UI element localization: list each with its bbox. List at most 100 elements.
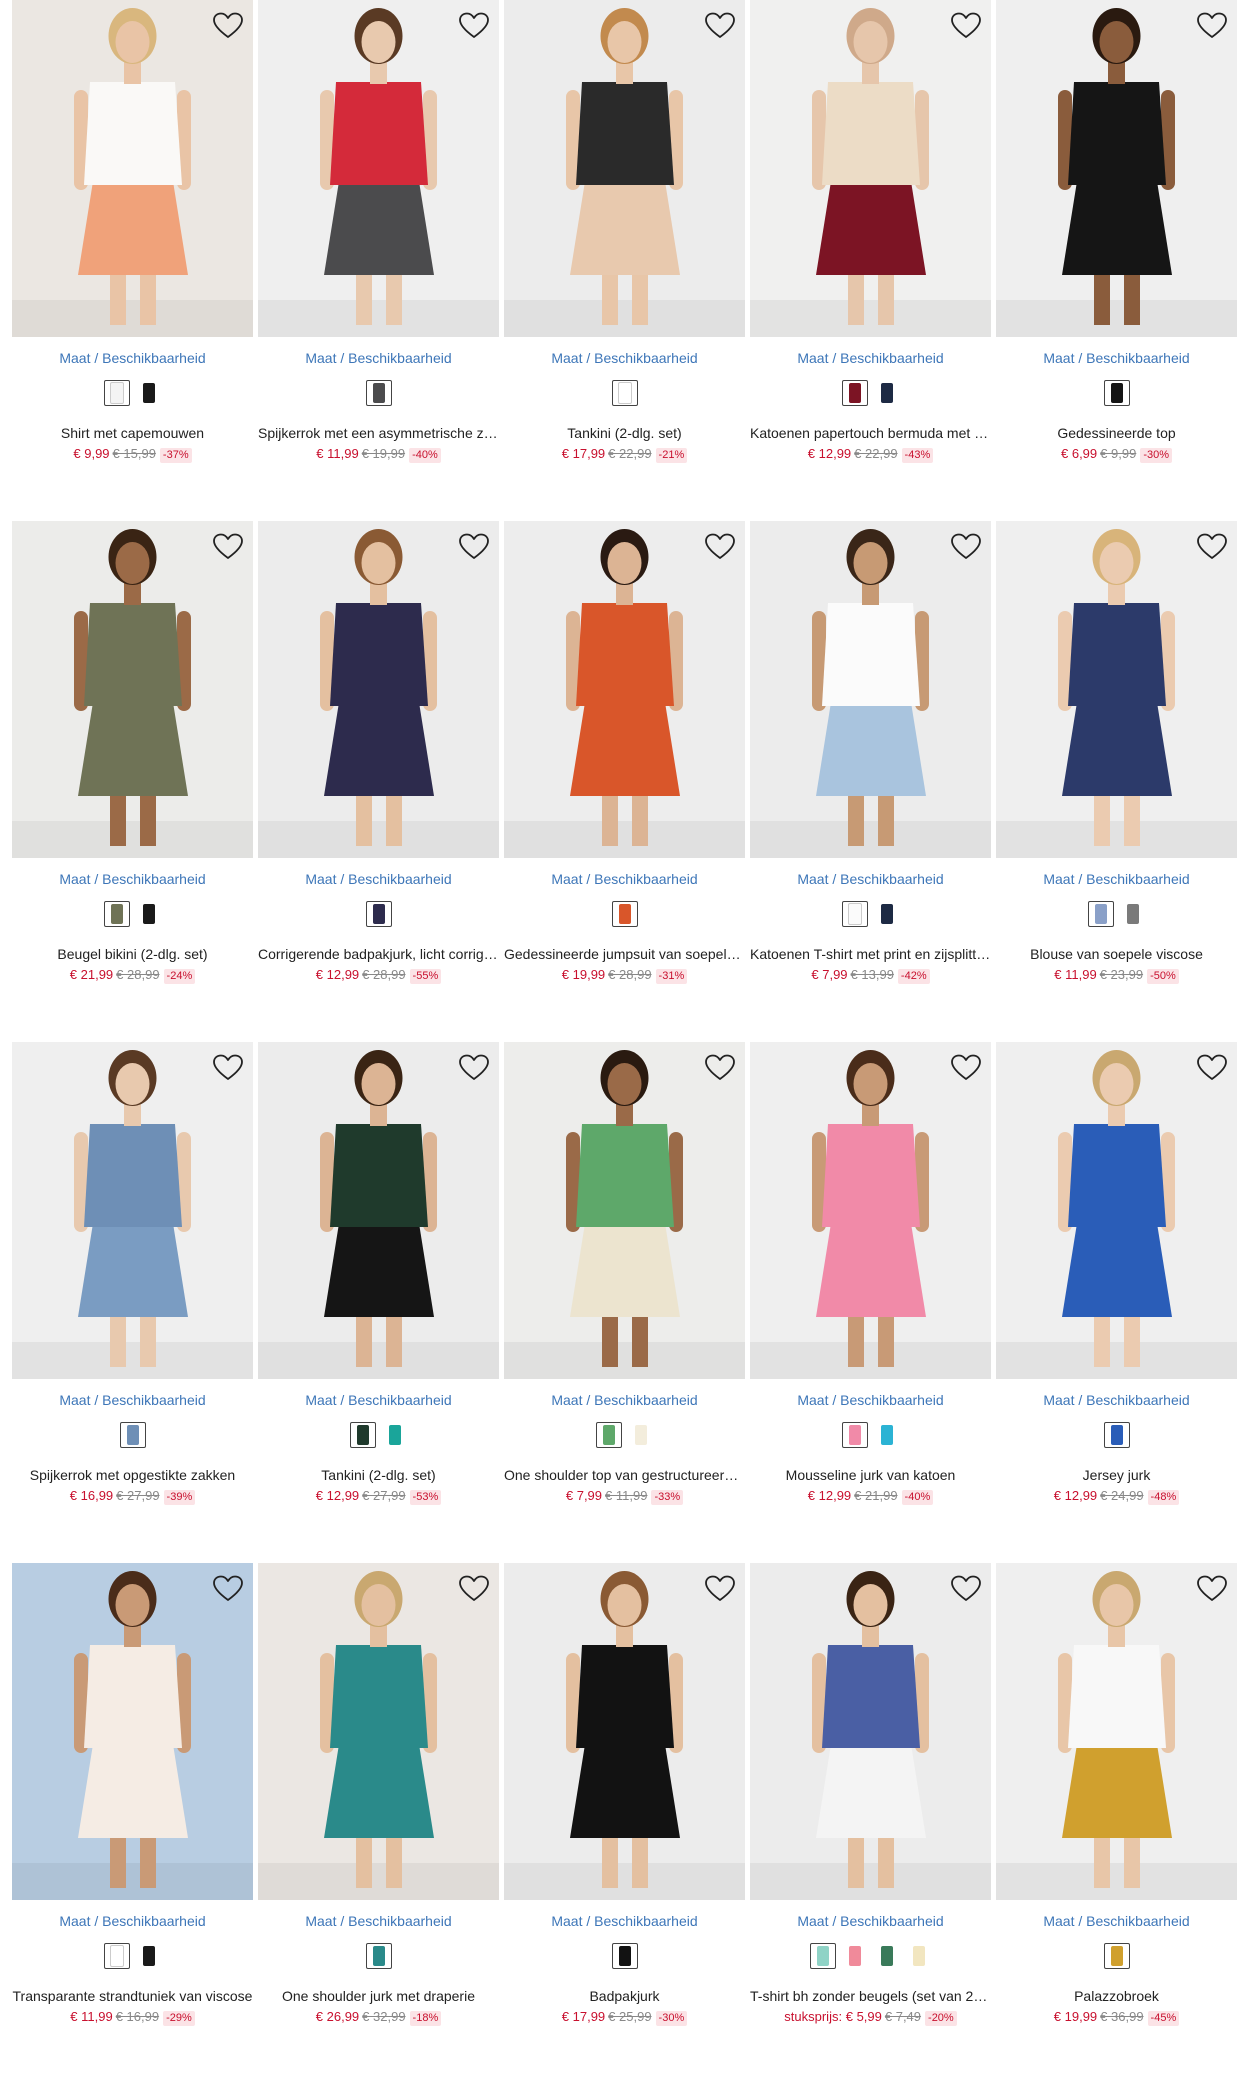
size-availability-link[interactable]: Maat / Beschikbaarheid — [750, 871, 991, 887]
wishlist-heart-icon[interactable] — [705, 1575, 735, 1603]
color-swatch[interactable] — [1103, 380, 1130, 406]
product-title[interactable]: Tankini (2-dlg. set) — [258, 1467, 499, 1483]
product-image[interactable] — [504, 521, 745, 858]
wishlist-heart-icon[interactable] — [951, 1054, 981, 1082]
product-title[interactable]: Gedessineerde top — [996, 425, 1237, 441]
color-swatch[interactable] — [906, 1943, 932, 1969]
product-title[interactable]: Katoenen papertouch bermuda met elastiek — [750, 425, 991, 441]
color-swatch[interactable] — [628, 1422, 654, 1448]
product-title[interactable]: Jersey jurk — [996, 1467, 1237, 1483]
wishlist-heart-icon[interactable] — [1197, 12, 1227, 40]
product-card[interactable]: Maat / Beschikbaarheid Palazzobroek € 19,9… — [996, 1563, 1237, 2033]
wishlist-heart-icon[interactable] — [1197, 1575, 1227, 1603]
color-swatch[interactable] — [382, 1422, 408, 1448]
color-swatch[interactable] — [874, 901, 900, 927]
size-availability-link[interactable]: Maat / Beschikbaarheid — [504, 350, 745, 366]
product-title[interactable]: Beugel bikini (2-dlg. set) — [12, 946, 253, 962]
product-card[interactable]: Maat / Beschikbaarheid Katoenen papertouc… — [750, 0, 991, 470]
product-title[interactable]: One shoulder jurk met draperie — [258, 1988, 499, 2004]
product-title[interactable]: Shirt met capemouwen — [12, 425, 253, 441]
color-swatch[interactable] — [103, 901, 130, 927]
wishlist-heart-icon[interactable] — [705, 1054, 735, 1082]
product-card[interactable]: Maat / Beschikbaarheid Transparante stran… — [12, 1563, 253, 2033]
product-image[interactable] — [504, 0, 745, 337]
product-card[interactable]: Maat / Beschikbaarheid Tankini (2-dlg. se… — [504, 0, 745, 470]
product-image[interactable] — [12, 1563, 253, 1900]
product-image[interactable] — [504, 1563, 745, 1900]
product-image[interactable] — [750, 1563, 991, 1900]
color-swatch[interactable] — [103, 1943, 130, 1969]
color-swatch[interactable] — [136, 1943, 162, 1969]
wishlist-heart-icon[interactable] — [459, 12, 489, 40]
product-image[interactable] — [996, 1563, 1237, 1900]
product-image[interactable] — [258, 521, 499, 858]
size-availability-link[interactable]: Maat / Beschikbaarheid — [750, 1392, 991, 1408]
color-swatch[interactable] — [874, 1943, 900, 1969]
product-title[interactable]: Corrigerende badpakjurk, licht corrigere… — [258, 946, 499, 962]
wishlist-heart-icon[interactable] — [951, 12, 981, 40]
product-title[interactable]: Blouse van soepele viscose — [996, 946, 1237, 962]
color-swatch[interactable] — [365, 380, 392, 406]
size-availability-link[interactable]: Maat / Beschikbaarheid — [996, 1392, 1237, 1408]
product-card[interactable]: Maat / Beschikbaarheid Mousseline jurk va… — [750, 1042, 991, 1512]
product-title[interactable]: Tankini (2-dlg. set) — [504, 425, 745, 441]
color-swatch[interactable] — [841, 380, 868, 406]
wishlist-heart-icon[interactable] — [213, 1054, 243, 1082]
wishlist-heart-icon[interactable] — [459, 1054, 489, 1082]
product-title[interactable]: Mousseline jurk van katoen — [750, 1467, 991, 1483]
wishlist-heart-icon[interactable] — [213, 1575, 243, 1603]
product-card[interactable]: Maat / Beschikbaarheid Gedessineerde top €… — [996, 0, 1237, 470]
product-image[interactable] — [996, 0, 1237, 337]
size-availability-link[interactable]: Maat / Beschikbaarheid — [750, 1913, 991, 1929]
product-title[interactable]: Gedessineerde jumpsuit van soepele visco… — [504, 946, 745, 962]
product-card[interactable]: Maat / Beschikbaarheid Spijkerrok met een… — [258, 0, 499, 470]
wishlist-heart-icon[interactable] — [459, 1575, 489, 1603]
color-swatch[interactable] — [809, 1943, 836, 1969]
product-card[interactable]: Maat / Beschikbaarheid Blouse van soepele… — [996, 521, 1237, 991]
product-card[interactable]: Maat / Beschikbaarheid Badpakjurk € 17,99 €… — [504, 1563, 745, 2033]
color-swatch[interactable] — [874, 1422, 900, 1448]
product-image[interactable] — [258, 0, 499, 337]
color-swatch[interactable] — [595, 1422, 622, 1448]
product-card[interactable]: Maat / Beschikbaarheid Shirt met capemouw… — [12, 0, 253, 470]
product-title[interactable]: Transparante strandtuniek van viscose — [12, 1988, 253, 2004]
color-swatch[interactable] — [841, 1422, 868, 1448]
color-swatch[interactable] — [136, 380, 162, 406]
wishlist-heart-icon[interactable] — [951, 1575, 981, 1603]
product-title[interactable]: T-shirt bh zonder beugels (set van 2 stu… — [750, 1988, 991, 2004]
size-availability-link[interactable]: Maat / Beschikbaarheid — [504, 871, 745, 887]
wishlist-heart-icon[interactable] — [951, 533, 981, 561]
color-swatch[interactable] — [103, 380, 130, 406]
product-title[interactable]: Spijkerrok met een asymmetrische zoom — [258, 425, 499, 441]
wishlist-heart-icon[interactable] — [1197, 533, 1227, 561]
product-card[interactable]: Maat / Beschikbaarheid One shoulder top v… — [504, 1042, 745, 1512]
product-title[interactable]: Katoenen T-shirt met print en zijsplitte… — [750, 946, 991, 962]
size-availability-link[interactable]: Maat / Beschikbaarheid — [996, 1913, 1237, 1929]
color-swatch[interactable] — [841, 901, 868, 927]
size-availability-link[interactable]: Maat / Beschikbaarheid — [996, 871, 1237, 887]
product-image[interactable] — [258, 1042, 499, 1379]
product-image[interactable] — [12, 521, 253, 858]
size-availability-link[interactable]: Maat / Beschikbaarheid — [504, 1913, 745, 1929]
size-availability-link[interactable]: Maat / Beschikbaarheid — [258, 1392, 499, 1408]
color-swatch[interactable] — [1120, 901, 1146, 927]
size-availability-link[interactable]: Maat / Beschikbaarheid — [12, 871, 253, 887]
color-swatch[interactable] — [842, 1943, 868, 1969]
product-card[interactable]: Maat / Beschikbaarheid Spijkerrok met opg… — [12, 1042, 253, 1512]
product-image[interactable] — [12, 1042, 253, 1379]
product-image[interactable] — [750, 1042, 991, 1379]
color-swatch[interactable] — [365, 901, 392, 927]
product-card[interactable]: Maat / Beschikbaarheid Gedessineerde jump… — [504, 521, 745, 991]
product-image[interactable] — [996, 521, 1237, 858]
product-image[interactable] — [750, 521, 991, 858]
product-card[interactable]: Maat / Beschikbaarheid Tankini (2-dlg. se… — [258, 1042, 499, 1512]
size-availability-link[interactable]: Maat / Beschikbaarheid — [12, 1392, 253, 1408]
color-swatch[interactable] — [136, 901, 162, 927]
product-image[interactable] — [750, 0, 991, 337]
color-swatch[interactable] — [1087, 901, 1114, 927]
product-image[interactable] — [504, 1042, 745, 1379]
color-swatch[interactable] — [874, 380, 900, 406]
wishlist-heart-icon[interactable] — [705, 533, 735, 561]
product-image[interactable] — [996, 1042, 1237, 1379]
size-availability-link[interactable]: Maat / Beschikbaarheid — [996, 350, 1237, 366]
